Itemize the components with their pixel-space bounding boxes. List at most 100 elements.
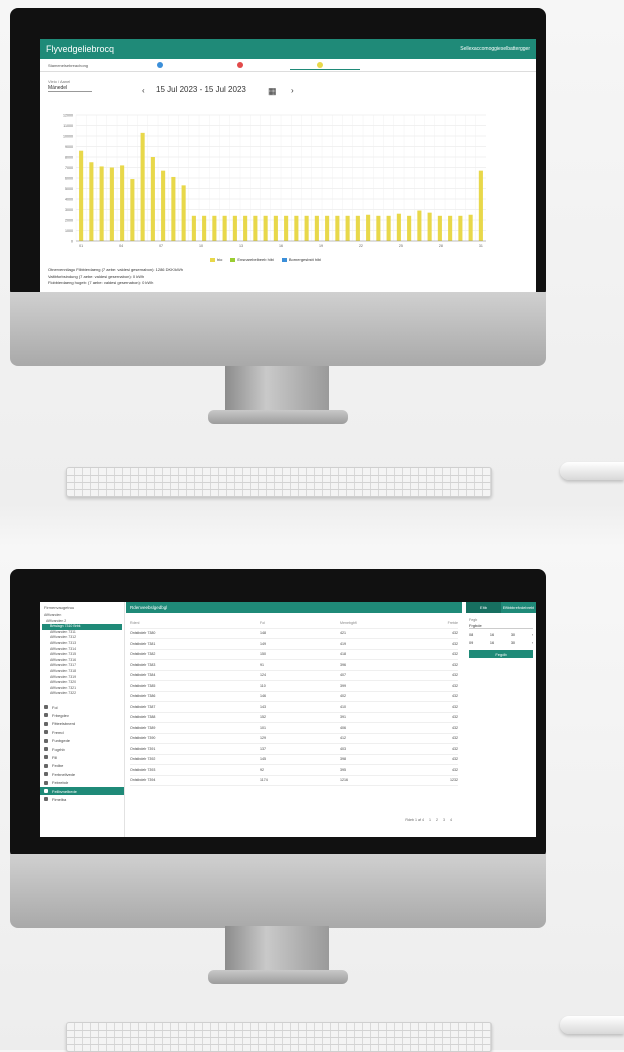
sidebar-menu-item[interactable]: Ferbnellvede bbox=[40, 770, 124, 778]
legend-item-2[interactable]: Ensnarebelbeeb hibi bbox=[230, 257, 274, 262]
y-tick-label: 6000 bbox=[65, 177, 73, 181]
main-content: Rdenveebslgedbgl Rdenl Fol Menebgbfl Fre… bbox=[126, 602, 462, 837]
chart-bar bbox=[355, 215, 360, 241]
chart-bar bbox=[437, 215, 442, 241]
y-tick-label: 5000 bbox=[65, 187, 73, 191]
table-cell: 432 bbox=[452, 683, 458, 688]
chart-bar bbox=[284, 215, 289, 241]
sidebar: Firmenvaugetruu Afifivanden Afifivanden … bbox=[40, 602, 125, 837]
table-cell: 91 bbox=[260, 662, 264, 667]
sidebar-menu-item[interactable]: Frbegdev bbox=[40, 711, 124, 719]
step-dot-blue[interactable] bbox=[157, 62, 163, 68]
sidebar-menu-item[interactable]: Fremd bbox=[40, 728, 124, 736]
table-cell: Onlstbdelr 7385 bbox=[130, 683, 156, 688]
sidebar-menu-item[interactable]: Fellbvnelbede bbox=[40, 786, 124, 796]
menu-item-label: Fol bbox=[52, 704, 58, 710]
menu-item-label: Fogrhb bbox=[52, 746, 65, 752]
table-cell: 396 bbox=[340, 662, 346, 667]
chart-bar bbox=[120, 165, 125, 241]
y-tick-label: 12000 bbox=[63, 114, 73, 118]
table-row[interactable]: Onlstbdelr 7393 92 395 432 bbox=[130, 765, 458, 776]
chart-bar bbox=[109, 167, 114, 241]
pager-page[interactable]: 1 bbox=[429, 818, 431, 822]
chart-bar bbox=[243, 215, 248, 241]
table-row[interactable]: Onlstbdelr 7387 143 410 432 bbox=[130, 702, 458, 713]
x-tick-label: 28 bbox=[439, 244, 443, 248]
table-row[interactable]: Onlstbdelr 7382 150 418 432 bbox=[130, 650, 458, 660]
pager-page[interactable]: 3 bbox=[443, 818, 445, 822]
legend-item-1[interactable]: hio bbox=[210, 257, 222, 262]
sidebar-menu-item[interactable]: Funbgede bbox=[40, 736, 124, 744]
sidebar-menu-item[interactable]: Fol bbox=[40, 703, 124, 711]
sidebar-menu-item[interactable]: Fitteelsbnerd bbox=[40, 720, 124, 728]
table-row[interactable]: Onlstbdelr 7392 145 398 432 bbox=[130, 755, 458, 765]
table-cell: 406 bbox=[340, 725, 346, 730]
table-row[interactable]: Onlstbdelr 7385 110 399 432 bbox=[130, 681, 458, 692]
table-header: Rdenl Fol Menebgbfl Fretde bbox=[130, 618, 458, 629]
table-row[interactable]: Onlstbdelr 7386 146 402 432 bbox=[130, 692, 458, 702]
column-header[interactable]: Fol bbox=[260, 621, 340, 625]
menu-item-icon bbox=[44, 780, 48, 785]
sidebar-menu-item[interactable]: Fogrhb bbox=[40, 745, 124, 753]
panel-tab[interactable]: Eltb bbox=[466, 602, 501, 613]
menu-item-label: Febrebdr bbox=[52, 780, 69, 786]
sidebar-menu-item[interactable]: Febrebdr bbox=[40, 778, 124, 786]
table-cell: 432 bbox=[452, 736, 458, 741]
legend-item-3[interactable]: Bornergesbstt hibi bbox=[281, 257, 321, 262]
next-period-button[interactable]: › bbox=[291, 86, 294, 95]
step-dot-red[interactable] bbox=[237, 62, 243, 68]
sidebar-menu-item[interactable]: Fedbe bbox=[40, 762, 124, 770]
tree-list: Brtwlagn 7310 Brbk Afifivanden 7311 Afifiv… bbox=[40, 624, 124, 697]
apply-button[interactable]: Fegdb bbox=[469, 650, 533, 658]
date-range-text: 15 Jul 2023 - 15 Jul 2023 bbox=[156, 85, 246, 94]
table-cell: 432 bbox=[452, 715, 458, 720]
time-row[interactable]: 09 16 30 › bbox=[469, 641, 533, 645]
table-cell: 410 bbox=[340, 704, 346, 709]
table-row[interactable]: Onlstbdelr 7394 1174 1216 1232 bbox=[130, 776, 458, 786]
monitor-bezel: Flyvedgeliebrocq Sellexaccomoggieselbatt… bbox=[10, 8, 546, 298]
sidebar-menu-item[interactable]: Fill bbox=[40, 753, 124, 761]
time-row[interactable]: 08 16 30 › bbox=[469, 633, 533, 637]
table-row[interactable]: Onlstbdelr 7388 152 391 432 bbox=[130, 713, 458, 723]
table-row[interactable]: Onlstbdelr 7389 101 406 432 bbox=[130, 723, 458, 734]
table-cell: 146 bbox=[260, 694, 266, 699]
table-cell: 432 bbox=[452, 662, 458, 667]
table-cell: 432 bbox=[452, 725, 458, 730]
table-row[interactable]: Onlstbdelr 7390 129 412 432 bbox=[130, 734, 458, 744]
x-tick-label: 01 bbox=[79, 244, 83, 248]
chart-bar bbox=[407, 215, 412, 241]
step-dot-yellow[interactable] bbox=[317, 62, 323, 68]
column-header[interactable]: Rdenl bbox=[130, 621, 260, 625]
table-row[interactable]: Onlstbdelr 7380 148 421 432 bbox=[130, 629, 458, 639]
header-link[interactable]: Sellexaccomoggieselbattergger bbox=[460, 46, 530, 52]
column-header[interactable]: Fretde bbox=[420, 621, 458, 625]
prev-period-button[interactable]: ‹ bbox=[142, 86, 145, 95]
pager-page[interactable]: 2 bbox=[436, 818, 438, 822]
x-tick-label: 22 bbox=[359, 244, 363, 248]
sidebar-menu-item[interactable]: Fimelba bbox=[40, 795, 124, 803]
x-tick-label: 25 bbox=[399, 244, 403, 248]
table-cell: 398 bbox=[340, 757, 346, 762]
calendar-icon[interactable]: ▦ bbox=[268, 86, 277, 97]
pager-text: Rdeb 1 af 4 bbox=[405, 818, 424, 822]
table-row[interactable]: Onlstbdelr 7383 91 396 432 bbox=[130, 660, 458, 671]
chart-bar bbox=[417, 210, 422, 241]
sidebar-menu: Fol Frbegdev Fitteelsbnerd Fremd Funbgede Fog… bbox=[40, 703, 124, 804]
keyboard bbox=[66, 1022, 492, 1052]
period-select[interactable]: Mánedel bbox=[48, 85, 92, 92]
table-row[interactable]: Onlstbdelr 7384 124 407 432 bbox=[130, 671, 458, 681]
table-row[interactable]: Onlstbdelr 7381 149 419 432 bbox=[130, 639, 458, 650]
table-cell: Onlstbdelr 7394 bbox=[130, 778, 156, 783]
step-bar-label: Stamenelsebreachong bbox=[48, 63, 89, 68]
pager-page[interactable]: 4 bbox=[450, 818, 452, 822]
table-cell: 432 bbox=[452, 746, 458, 751]
panel-tab[interactable]: Eftbbbrefvdebrebl bbox=[501, 602, 536, 613]
table-cell: 432 bbox=[452, 673, 458, 678]
menu-item-label: Frbegdev bbox=[52, 712, 69, 718]
menu-item-icon bbox=[44, 755, 48, 760]
table-row[interactable]: Onlstbdelr 7391 137 403 432 bbox=[130, 744, 458, 755]
panel-field-input[interactable]: Frgbde bbox=[469, 623, 533, 629]
table-cell: 402 bbox=[340, 694, 346, 699]
table-cell: Onlstbdelr 7381 bbox=[130, 641, 156, 646]
column-header[interactable]: Menebgbfl bbox=[340, 621, 420, 625]
